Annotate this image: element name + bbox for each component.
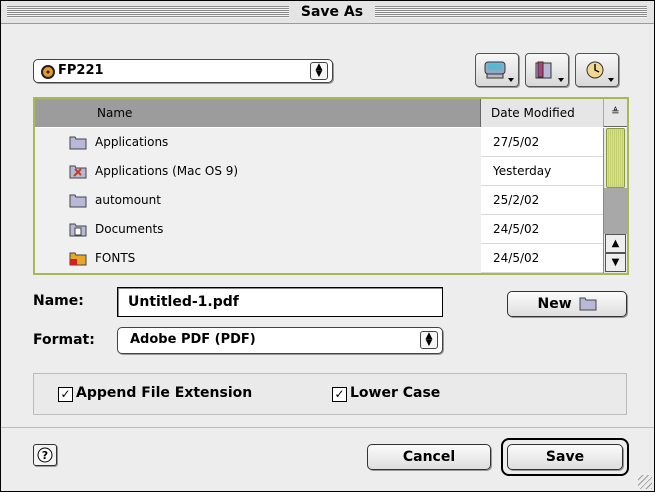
list-item[interactable]: Applications (Mac OS 9) Yesterday	[35, 157, 603, 186]
list-item[interactable]: FONTS 24/5/02	[35, 244, 603, 273]
scroll-up-icon[interactable]: ▲	[605, 234, 626, 253]
file-date: Yesterday	[493, 164, 552, 178]
documents-folder-icon	[69, 223, 87, 237]
resize-grip-icon[interactable]	[638, 475, 652, 489]
filename-input[interactable]: Untitled-1.pdf	[117, 287, 443, 317]
title-stripes-right	[375, 6, 647, 18]
scroll-down-icon[interactable]: ▼	[605, 253, 626, 272]
cancel-button[interactable]: Cancel	[367, 444, 491, 470]
lower-case-label[interactable]: Lower Case	[350, 385, 440, 401]
file-date: 24/5/02	[493, 222, 540, 236]
app-folder-icon	[69, 165, 87, 179]
folder-icon	[69, 194, 87, 208]
format-popup[interactable]: Adobe PDF (PDF) ▲ ▼	[117, 327, 443, 354]
new-button-label: New	[537, 296, 572, 312]
format-label: Format:	[33, 332, 95, 348]
new-folder-icon	[579, 297, 597, 311]
title-bar[interactable]: Save As	[1, 1, 654, 24]
file-name: Documents	[35, 215, 481, 244]
favorites-icon	[535, 61, 552, 79]
save-button[interactable]: Save	[507, 444, 623, 470]
file-browser-list[interactable]: Name Date Modified ≜ Applications 27/5/0…	[33, 97, 629, 275]
recent-icon	[586, 61, 604, 79]
column-header-date[interactable]: Date Modified	[481, 99, 603, 127]
file-name-text: FONTS	[95, 251, 136, 265]
title-stripes-left	[7, 6, 289, 18]
list-item[interactable]: Documents 24/5/02	[35, 215, 603, 244]
location-popup[interactable]: FP221 ▲ ▼	[33, 59, 333, 83]
append-extension-label[interactable]: Append File Extension	[76, 385, 252, 401]
recent-button[interactable]	[575, 53, 619, 87]
divider	[1, 427, 654, 428]
favorites-button[interactable]	[525, 53, 569, 87]
file-date: 27/5/02	[493, 135, 540, 149]
dropdown-arrow-icon	[508, 78, 514, 82]
file-name-text: Applications (Mac OS 9)	[95, 164, 239, 178]
list-item[interactable]: automount 25/2/02	[35, 186, 603, 215]
dropdown-arrow-icon	[608, 78, 614, 82]
dialog-title: Save As	[289, 2, 375, 22]
list-header: Name Date Modified	[35, 99, 603, 127]
name-label: Name:	[33, 293, 84, 309]
folder-icon	[69, 136, 87, 150]
popup-arrows-icon: ▲ ▼	[310, 62, 328, 80]
vertical-scrollbar[interactable]: ▲ ▼	[603, 128, 627, 273]
file-name-text: automount	[95, 193, 161, 207]
dropdown-arrow-icon	[558, 78, 564, 82]
scroll-thumb[interactable]	[606, 128, 625, 188]
disk-icon	[41, 65, 55, 79]
popup-arrows-icon: ▲ ▼	[420, 331, 438, 349]
scroll-track[interactable]	[604, 188, 627, 234]
new-folder-button[interactable]: New	[507, 291, 627, 317]
shortcuts-button[interactable]	[475, 53, 519, 87]
lower-case-checkbox[interactable]: ✓	[332, 387, 347, 402]
fonts-folder-icon	[69, 252, 87, 266]
file-name: Applications	[35, 128, 481, 157]
file-name-text: Documents	[95, 222, 164, 236]
extension-options-group: ✓ Append File Extension ✓ Lower Case	[33, 373, 627, 415]
sort-direction-icon[interactable]: ≜	[603, 99, 627, 127]
help-button[interactable]: ?	[33, 444, 57, 466]
file-date: 24/5/02	[493, 251, 540, 265]
file-rows: Applications 27/5/02 Applications (Mac O…	[35, 128, 603, 273]
file-date: 25/2/02	[493, 193, 540, 207]
location-label: FP221	[58, 63, 104, 78]
help-glyph: ?	[42, 449, 48, 462]
file-name: FONTS	[35, 244, 481, 273]
save-as-dialog: Save As FP221 ▲ ▼ Name Date Modified ≜ A…	[0, 0, 655, 492]
file-name: Applications (Mac OS 9)	[35, 157, 481, 186]
help-icon: ?	[37, 447, 53, 463]
column-header-name[interactable]: Name	[35, 99, 481, 127]
file-name-text: Applications	[95, 135, 169, 149]
file-name: automount	[35, 186, 481, 215]
append-extension-checkbox[interactable]: ✓	[58, 387, 73, 402]
format-selected: Adobe PDF (PDF)	[130, 332, 256, 347]
list-item[interactable]: Applications 27/5/02	[35, 128, 603, 157]
shortcuts-icon	[484, 61, 506, 79]
